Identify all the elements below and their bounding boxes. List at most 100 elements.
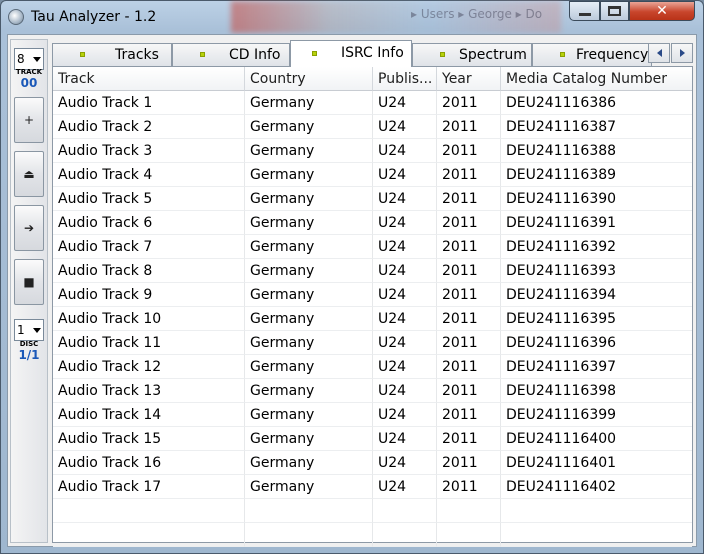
add-button[interactable]: + xyxy=(14,97,44,143)
table-row[interactable]: Audio Track 4 Germany U24 2011 DEU241116389 xyxy=(53,163,692,187)
column-header-publisher[interactable]: Publis... xyxy=(373,67,437,91)
cell-publisher: U24 xyxy=(373,307,437,331)
track-caption: TRACK xyxy=(15,68,43,76)
chevron-down-icon xyxy=(33,328,41,333)
cell-year: 2011 xyxy=(437,163,501,187)
column-header-country[interactable]: Country xyxy=(245,67,373,91)
column-header-media-catalog-number[interactable]: Media Catalog Number xyxy=(501,67,692,91)
cell-media-catalog-number: DEU241116395 xyxy=(501,307,692,331)
cell-year: 2011 xyxy=(437,139,501,163)
disc-counter: 1/1 xyxy=(18,348,40,362)
table-row[interactable]: Audio Track 15 Germany U24 2011 DEU241116400 xyxy=(53,427,692,451)
tab-indicator-icon xyxy=(312,51,317,56)
cell-track: Audio Track 9 xyxy=(53,283,245,307)
close-button[interactable]: ✕ xyxy=(629,1,695,21)
cell-year: 2011 xyxy=(437,379,501,403)
stop-button[interactable]: ■ xyxy=(14,259,44,305)
play-button[interactable]: ➔ xyxy=(14,205,44,251)
cell-media-catalog-number: DEU241116386 xyxy=(501,91,692,115)
tab-tracks[interactable]: Tracks xyxy=(52,43,172,66)
table-row[interactable]: Audio Track 3 Germany U24 2011 DEU241116388 xyxy=(53,139,692,163)
eject-button[interactable]: ⏏ xyxy=(14,151,44,197)
tab-indicator-icon xyxy=(200,52,205,57)
chevron-down-icon xyxy=(33,57,41,62)
eject-icon: ⏏ xyxy=(23,167,35,181)
table-row[interactable]: Audio Track 8 Germany U24 2011 DEU241116393 xyxy=(53,259,692,283)
tab-label: ISRC Info xyxy=(341,45,404,61)
maximize-icon xyxy=(608,6,621,16)
background-text: ▸ Users ▸ George ▸ Do xyxy=(411,7,543,21)
cell-track: Audio Track 4 xyxy=(53,163,245,187)
table-row[interactable]: Audio Track 9 Germany U24 2011 DEU241116394 xyxy=(53,283,692,307)
table-row[interactable]: Audio Track 17 Germany U24 2011 DEU241116402 xyxy=(53,475,692,499)
cell-media-catalog-number xyxy=(501,499,692,523)
tab-scroll-left-button[interactable] xyxy=(648,43,670,63)
cell-track: Audio Track 5 xyxy=(53,187,245,211)
cell-year: 2011 xyxy=(437,331,501,355)
tab-isrc-info[interactable]: ISRC Info xyxy=(290,40,412,67)
close-icon: ✕ xyxy=(656,3,668,19)
cell-track: Audio Track 1 xyxy=(53,91,245,115)
cell-track: Audio Track 13 xyxy=(53,379,245,403)
cell-country: Germany xyxy=(245,235,373,259)
disc-select[interactable]: 1 xyxy=(14,319,44,341)
isrc-panel: Track Country Publis... Year Media Catal… xyxy=(52,66,693,547)
column-header-track[interactable]: Track xyxy=(53,67,245,91)
table-row[interactable]: Audio Track 6 Germany U24 2011 DEU241116391 xyxy=(53,211,692,235)
cell-media-catalog-number: DEU241116393 xyxy=(501,259,692,283)
cell-country: Germany xyxy=(245,91,373,115)
table-row[interactable]: Audio Track 2 Germany U24 2011 DEU241116387 xyxy=(53,115,692,139)
table-row[interactable]: Audio Track 13 Germany U24 2011 DEU241116398 xyxy=(53,379,692,403)
cell-publisher: U24 xyxy=(373,475,437,499)
tab-scroll-right-button[interactable] xyxy=(671,43,693,63)
cell-track: Audio Track 14 xyxy=(53,403,245,427)
cell-media-catalog-number: DEU241116396 xyxy=(501,331,692,355)
table-row[interactable]: Audio Track 1 Germany U24 2011 DEU241116386 xyxy=(53,91,692,115)
cell-track: Audio Track 15 xyxy=(53,427,245,451)
cell-country: Germany xyxy=(245,403,373,427)
tab-frequency[interactable]: Frequency xyxy=(532,43,652,66)
table-row[interactable]: Audio Track 5 Germany U24 2011 DEU241116390 xyxy=(53,187,692,211)
cell-track: Audio Track 2 xyxy=(53,115,245,139)
tab-spectrum[interactable]: Spectrum xyxy=(412,43,532,66)
cell-media-catalog-number: DEU241116387 xyxy=(501,115,692,139)
cell-track: Audio Track 10 xyxy=(53,307,245,331)
side-toolbar: 8 TRACK 00 + ⏏ ➔ ■ 1 DISC 1/1 xyxy=(10,39,48,543)
tab-label: Spectrum xyxy=(459,47,527,63)
cell-country: Germany xyxy=(245,139,373,163)
minimize-button[interactable] xyxy=(569,1,600,21)
cell-country: Germany xyxy=(245,283,373,307)
cell-country: Germany xyxy=(245,355,373,379)
tab-indicator-icon xyxy=(440,52,445,57)
maximize-button[interactable] xyxy=(600,1,629,21)
cell-year: 2011 xyxy=(437,283,501,307)
cell-track: Audio Track 16 xyxy=(53,451,245,475)
cell-track: Audio Track 3 xyxy=(53,139,245,163)
title-bar[interactable]: ▸ Users ▸ George ▸ Do Tau Analyzer - 1.2… xyxy=(1,1,703,35)
table-row[interactable]: Audio Track 11 Germany U24 2011 DEU241116396 xyxy=(53,331,692,355)
play-icon: ➔ xyxy=(23,221,35,235)
tab-cd-info[interactable]: CD Info xyxy=(172,43,290,66)
app-icon[interactable] xyxy=(8,9,24,25)
table-row[interactable]: Audio Track 10 Germany U24 2011 DEU241116395 xyxy=(53,307,692,331)
cell-country: Germany xyxy=(245,187,373,211)
table-row[interactable]: Audio Track 16 Germany U24 2011 DEU241116401 xyxy=(53,451,692,475)
client-area: 8 TRACK 00 + ⏏ ➔ ■ 1 DISC 1/1 Tracks CD … xyxy=(7,34,697,547)
track-select[interactable]: 8 xyxy=(14,48,44,70)
window-controls: ✕ xyxy=(569,1,695,22)
column-header-year[interactable]: Year xyxy=(437,67,501,91)
table-row[interactable]: Audio Track 7 Germany U24 2011 DEU241116392 xyxy=(53,235,692,259)
disc-select-value: 1 xyxy=(17,323,25,337)
cell-publisher: U24 xyxy=(373,115,437,139)
cell-year: 2011 xyxy=(437,451,501,475)
cell-country: Germany xyxy=(245,427,373,451)
cell-track: Audio Track 7 xyxy=(53,235,245,259)
table-row[interactable]: Audio Track 12 Germany U24 2011 DEU241116397 xyxy=(53,355,692,379)
cell-publisher: U24 xyxy=(373,379,437,403)
cell-publisher: U24 xyxy=(373,91,437,115)
table-row[interactable]: Audio Track 14 Germany U24 2011 DEU241116399 xyxy=(53,403,692,427)
cell-publisher: U24 xyxy=(373,163,437,187)
cell-media-catalog-number: DEU241116401 xyxy=(501,451,692,475)
cell-track xyxy=(53,499,245,523)
tab-label: Tracks xyxy=(115,47,159,63)
